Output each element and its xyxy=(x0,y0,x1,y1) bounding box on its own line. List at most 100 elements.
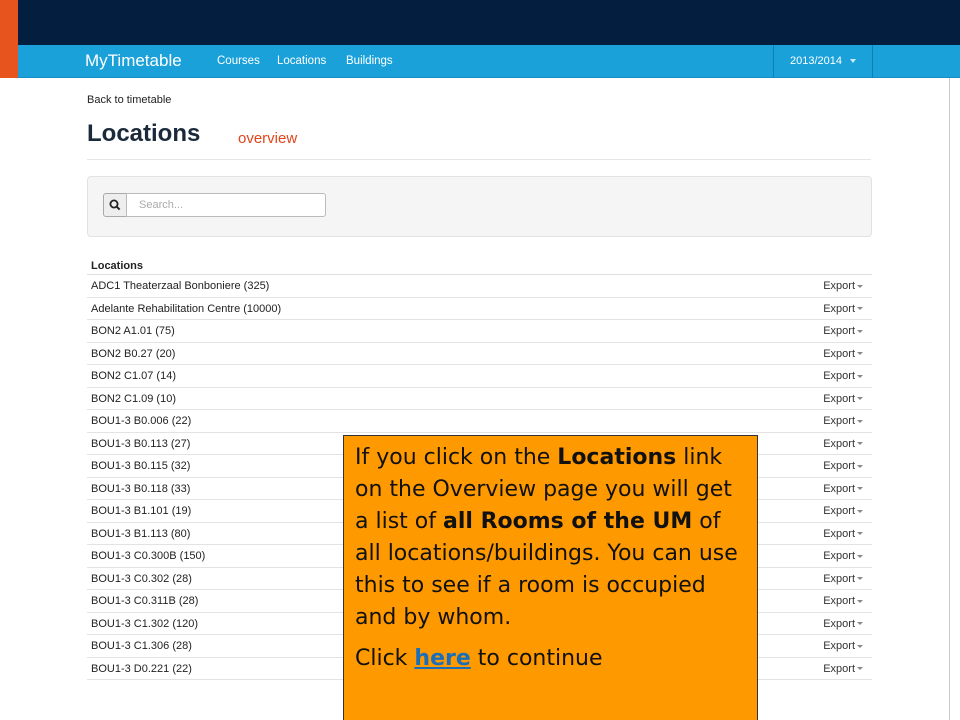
export-label: Export xyxy=(823,640,855,652)
export-label: Export xyxy=(823,550,855,562)
export-label: Export xyxy=(823,595,855,607)
chevron-down-icon xyxy=(850,59,856,63)
export-label: Export xyxy=(823,505,855,517)
location-link[interactable]: BOU1-3 C1.302 (120) xyxy=(91,618,198,630)
location-link[interactable]: BON2 C1.09 (10) xyxy=(91,393,176,405)
search-input[interactable] xyxy=(126,193,326,217)
location-link[interactable]: BOU1-3 B0.113 (27) xyxy=(91,438,190,450)
main-navbar: MyTimetable Courses Locations Buildings … xyxy=(18,45,960,78)
export-dropdown[interactable]: Export xyxy=(823,528,863,540)
location-link[interactable]: BOU1-3 C0.311B (28) xyxy=(91,595,198,607)
nav-buildings[interactable]: Buildings xyxy=(346,55,393,67)
caret-down-icon xyxy=(857,442,863,446)
export-label: Export xyxy=(823,325,855,337)
export-dropdown[interactable]: Export xyxy=(823,370,863,382)
caret-down-icon xyxy=(857,307,863,311)
export-dropdown[interactable]: Export xyxy=(823,595,863,607)
export-dropdown[interactable]: Export xyxy=(823,460,863,472)
table-row: Adelante Rehabilitation Centre (10000) Ex… xyxy=(87,298,872,320)
caret-down-icon xyxy=(857,622,863,626)
location-link[interactable]: BON2 B0.27 (20) xyxy=(91,348,175,360)
export-dropdown[interactable]: Export xyxy=(823,640,863,652)
caret-down-icon xyxy=(857,329,863,333)
location-link[interactable]: BON2 A1.01 (75) xyxy=(91,325,175,337)
nav-courses[interactable]: Courses xyxy=(217,55,260,67)
caret-down-icon xyxy=(857,352,863,356)
export-label: Export xyxy=(823,662,855,675)
back-to-timetable-link[interactable]: Back to timetable xyxy=(87,94,171,106)
export-dropdown[interactable]: Export xyxy=(823,280,863,292)
caret-down-icon xyxy=(857,509,863,513)
callout-text-part: to continue xyxy=(470,646,603,671)
export-label: Export xyxy=(823,572,855,585)
caret-down-icon xyxy=(857,487,863,491)
location-link[interactable]: Adelante Rehabilitation Centre (10000) xyxy=(91,303,281,315)
export-dropdown[interactable]: Export xyxy=(823,303,863,315)
caret-down-icon xyxy=(857,284,863,288)
table-row: BON2 C1.09 (10) Export xyxy=(87,388,872,410)
search-panel xyxy=(87,176,872,237)
location-link[interactable]: BOU1-3 B0.115 (32) xyxy=(91,460,190,472)
export-label: Export xyxy=(823,527,855,540)
caret-down-icon xyxy=(857,599,863,603)
export-dropdown[interactable]: Export xyxy=(823,505,863,517)
location-link[interactable]: BOU1-3 D0.221 (22) xyxy=(91,663,192,675)
export-label: Export xyxy=(823,617,855,630)
continue-link[interactable]: here xyxy=(414,646,470,671)
export-dropdown[interactable]: Export xyxy=(823,415,863,427)
accent-strip xyxy=(0,0,18,78)
table-header: Locations xyxy=(87,255,872,275)
export-label: Export xyxy=(823,437,855,450)
export-label: Export xyxy=(823,460,855,472)
export-dropdown[interactable]: Export xyxy=(823,393,863,405)
location-link[interactable]: BOU1-3 C1.306 (28) xyxy=(91,640,192,652)
location-link[interactable]: BOU1-3 B1.113 (80) xyxy=(91,528,190,540)
tutorial-callout: If you click on the Locations link on th… xyxy=(343,435,758,720)
location-link[interactable]: BON2 C1.07 (14) xyxy=(91,370,176,382)
window-edge xyxy=(949,78,960,720)
divider xyxy=(87,159,871,160)
location-link[interactable]: BOU1-3 B1.101 (19) xyxy=(91,505,191,517)
year-label: 2013/2014 xyxy=(790,55,842,67)
search-button[interactable] xyxy=(103,193,127,217)
export-label: Export xyxy=(823,302,855,315)
export-dropdown[interactable]: Export xyxy=(823,325,863,337)
caret-down-icon xyxy=(857,464,863,468)
year-dropdown[interactable]: 2013/2014 xyxy=(773,45,873,78)
callout-emphasis: Locations xyxy=(557,445,677,470)
caret-down-icon xyxy=(857,397,863,401)
location-link[interactable]: BOU1-3 B0.006 (22) xyxy=(91,415,191,427)
table-row: BOU1-3 B0.006 (22) Export xyxy=(87,410,872,433)
table-row: BON2 B0.27 (20) Export xyxy=(87,343,872,365)
location-link[interactable]: BOU1-3 C0.302 (28) xyxy=(91,573,192,585)
nav-locations[interactable]: Locations xyxy=(277,55,326,67)
export-dropdown[interactable]: Export xyxy=(823,348,863,360)
export-dropdown[interactable]: Export xyxy=(823,483,863,495)
caret-down-icon xyxy=(857,577,863,581)
export-dropdown[interactable]: Export xyxy=(823,618,863,630)
table-row: ADC1 Theaterzaal Bonboniere (325) Export xyxy=(87,275,872,298)
table-row: BON2 C1.07 (14) Export xyxy=(87,365,872,388)
caret-down-icon xyxy=(857,667,863,671)
location-link[interactable]: ADC1 Theaterzaal Bonboniere (325) xyxy=(91,280,269,292)
caret-down-icon xyxy=(857,374,863,378)
export-dropdown[interactable]: Export xyxy=(823,438,863,450)
location-link[interactable]: BOU1-3 B0.118 (33) xyxy=(91,483,190,495)
export-dropdown[interactable]: Export xyxy=(823,663,863,675)
export-dropdown[interactable]: Export xyxy=(823,550,863,562)
caret-down-icon xyxy=(857,419,863,423)
callout-text: If you click on the Locations link on th… xyxy=(355,442,747,634)
export-dropdown[interactable]: Export xyxy=(823,573,863,585)
location-link[interactable]: BOU1-3 C0.300B (150) xyxy=(91,550,205,562)
export-label: Export xyxy=(823,392,855,405)
callout-text-part: Click xyxy=(355,646,415,671)
page-title: Locations xyxy=(87,120,201,147)
brand-logo[interactable]: MyTimetable xyxy=(85,51,182,71)
search-icon xyxy=(109,199,121,211)
page-subtitle: overview xyxy=(238,130,298,147)
table-row: BON2 A1.01 (75) Export xyxy=(87,320,872,343)
callout-continue: Click here to continue xyxy=(355,643,747,675)
export-label: Export xyxy=(823,482,855,495)
callout-text-part: If you click on the xyxy=(355,445,558,470)
callout-emphasis: all Rooms of the UM xyxy=(442,509,693,534)
